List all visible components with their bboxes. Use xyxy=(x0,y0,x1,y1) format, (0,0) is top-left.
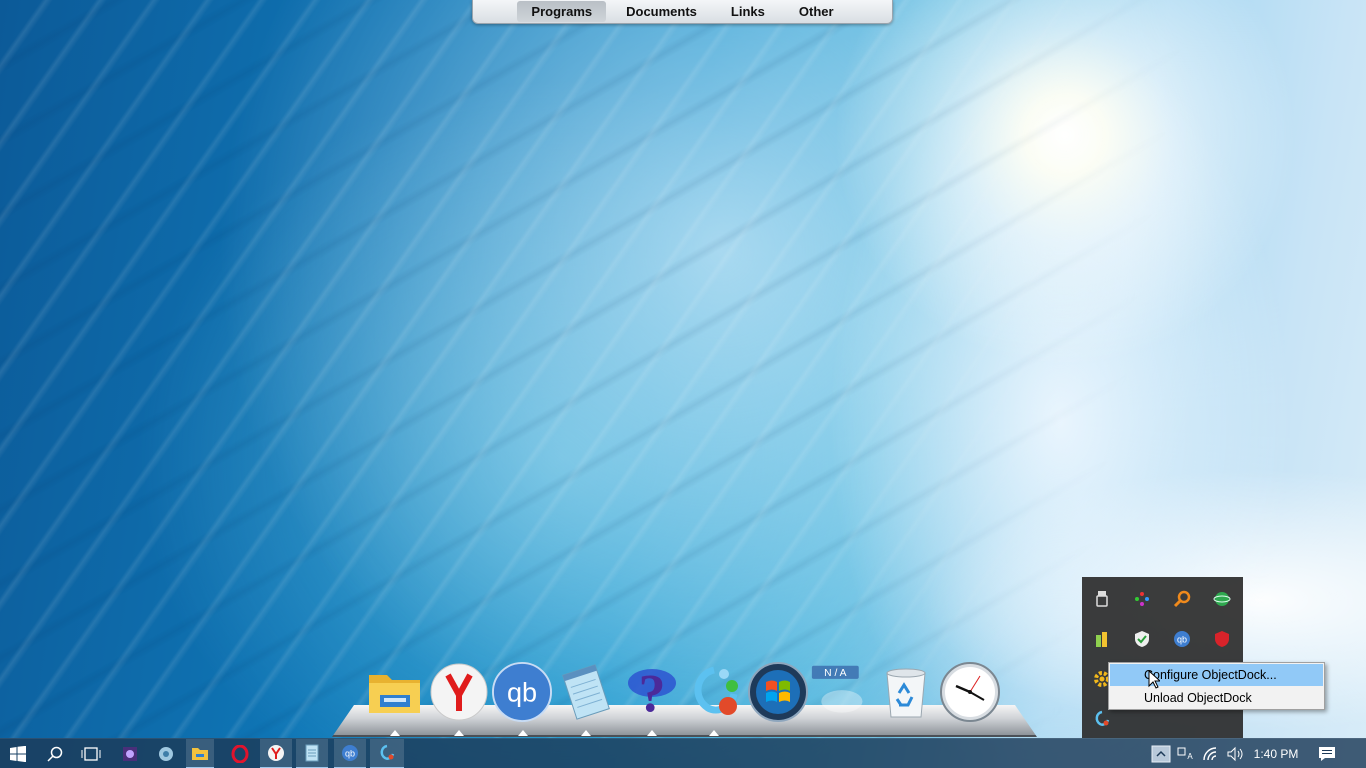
windows-start-icon xyxy=(10,746,26,762)
dock-item-weather[interactable]: N / A xyxy=(810,662,870,722)
dock-item-recycle-bin[interactable] xyxy=(876,662,936,722)
dock-item-file-explorer[interactable] xyxy=(365,662,425,722)
notepad-icon xyxy=(305,744,319,762)
app-icon xyxy=(159,747,173,761)
taskbar-file-explorer[interactable] xyxy=(186,739,214,768)
chevron-up-icon xyxy=(1151,745,1171,763)
color-dots-icon[interactable] xyxy=(1122,579,1162,619)
search-button[interactable] xyxy=(38,739,72,768)
taskbar-app-1[interactable] xyxy=(114,739,146,768)
yandex-y-icon xyxy=(430,663,488,721)
app-icon xyxy=(123,747,137,761)
dock-item-notepad[interactable] xyxy=(556,662,616,722)
taskbar-opera[interactable] xyxy=(224,739,256,768)
taskbar-yandex[interactable] xyxy=(260,739,292,768)
dock-item-objectdock[interactable] xyxy=(684,662,744,722)
svg-text:qb: qb xyxy=(507,677,537,708)
running-indicator xyxy=(390,730,400,736)
taskbar: qb A 1:40 PM xyxy=(0,738,1366,768)
menu-item-unload-objectdock[interactable]: Unload ObjectDock xyxy=(1110,687,1323,709)
task-view-button[interactable] xyxy=(74,739,108,768)
usb-eject-icon[interactable] xyxy=(1082,579,1122,619)
search-tool-icon[interactable] xyxy=(1162,579,1202,619)
opera-icon xyxy=(231,745,249,763)
objectdock-icon xyxy=(694,666,738,715)
qbittorrent-icon: qb xyxy=(342,745,358,761)
running-indicator xyxy=(454,730,464,736)
taskbar-objectdock[interactable] xyxy=(370,739,404,768)
svg-text:?: ? xyxy=(639,663,666,723)
mouse-cursor xyxy=(1148,669,1162,694)
battery-icon[interactable] xyxy=(1082,619,1122,659)
dock-category-tabs: Programs Documents Links Other xyxy=(472,0,893,24)
start-button[interactable] xyxy=(0,739,36,768)
running-indicator xyxy=(647,730,657,736)
question-mark-icon: ? xyxy=(628,663,676,723)
tab-other[interactable]: Other xyxy=(785,1,848,22)
svg-text:qb: qb xyxy=(345,749,355,759)
notepad-icon xyxy=(562,664,610,720)
menu-item-configure-objectdock[interactable]: Configure ObjectDock... xyxy=(1110,664,1323,686)
clock-icon xyxy=(940,662,1000,722)
svg-text:A: A xyxy=(1187,752,1193,761)
show-hidden-icons-button[interactable] xyxy=(1150,739,1172,768)
wifi-icon xyxy=(1203,747,1217,761)
running-indicator xyxy=(709,730,719,736)
objectdock-context-menu: Configure ObjectDock... Unload ObjectDoc… xyxy=(1108,662,1325,710)
svg-text:qb: qb xyxy=(1177,635,1187,645)
tab-links[interactable]: Links xyxy=(717,1,779,22)
folder-icon xyxy=(369,675,420,713)
taskbar-clock[interactable]: 1:40 PM xyxy=(1248,739,1304,768)
recycle-bin-icon xyxy=(886,668,926,718)
dock-item-yandex-browser[interactable] xyxy=(429,662,489,722)
volume-icon xyxy=(1227,746,1243,762)
search-icon xyxy=(47,746,63,762)
weather-widget-icon: N / A xyxy=(811,665,863,713)
tab-programs[interactable]: Programs xyxy=(517,1,607,22)
yandex-icon xyxy=(268,745,284,761)
dock-item-qbittorrent[interactable]: qb xyxy=(492,662,552,722)
notification-overflow-panel: qb xyxy=(1082,577,1243,738)
antivirus-shield-icon[interactable] xyxy=(1202,619,1242,659)
dock-item-clock[interactable] xyxy=(940,662,1000,722)
dock-item-help[interactable]: ? xyxy=(622,662,682,723)
taskbar-app-2[interactable] xyxy=(150,739,182,768)
tab-documents[interactable]: Documents xyxy=(612,1,711,22)
volume-button[interactable] xyxy=(1224,739,1246,768)
running-indicator xyxy=(518,730,528,736)
folder-icon xyxy=(192,748,208,760)
shield-check-icon[interactable] xyxy=(1122,619,1162,659)
wifi-button[interactable] xyxy=(1200,739,1222,768)
running-indicator xyxy=(581,730,591,736)
keyboard-language-button[interactable]: A xyxy=(1174,739,1198,768)
objectdock-icon xyxy=(380,744,395,760)
svg-text:N / A: N / A xyxy=(824,668,846,679)
action-center-icon xyxy=(1319,747,1335,761)
taskbar-notepad[interactable] xyxy=(296,739,328,768)
dock-item-windows-start[interactable] xyxy=(748,662,808,722)
task-view-icon xyxy=(81,747,101,761)
action-center-button[interactable] xyxy=(1310,739,1344,768)
qbittorrent-tray-icon[interactable]: qb xyxy=(1162,619,1202,659)
qb-icon: qb xyxy=(492,662,552,722)
network-globe-icon[interactable] xyxy=(1202,579,1242,619)
keyboard-language-icon: A xyxy=(1177,747,1193,761)
windows-orb-icon xyxy=(748,662,808,722)
taskbar-qbittorrent[interactable]: qb xyxy=(334,739,366,768)
